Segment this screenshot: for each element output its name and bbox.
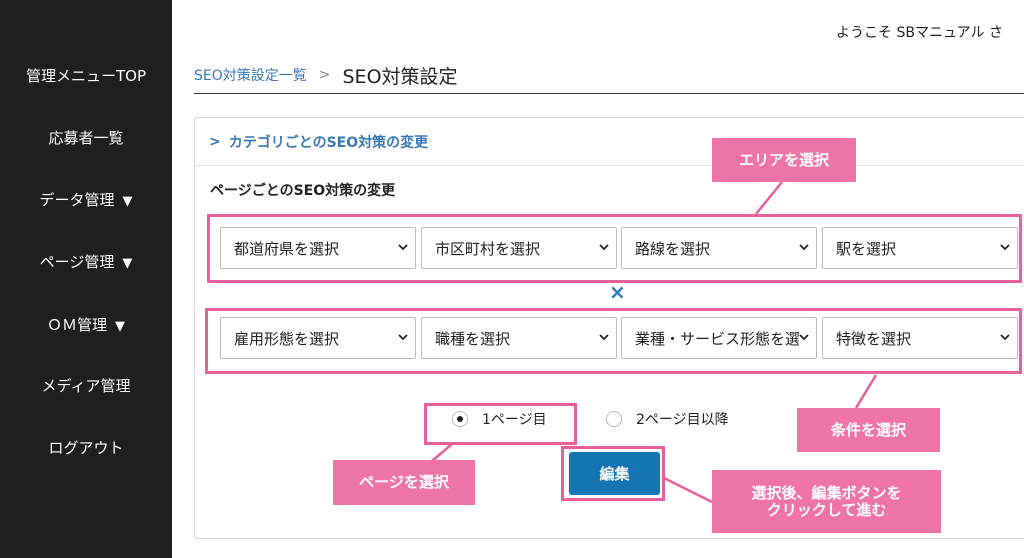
breadcrumb: SEO対策設定一覧 > SEO対策設定 xyxy=(194,60,458,90)
breadcrumb-link-seo-list[interactable]: SEO対策設定一覧 xyxy=(194,65,307,85)
welcome-text: ようこそ SBマニュアル さ xyxy=(836,25,1003,41)
breadcrumb-separator-icon: > xyxy=(318,67,331,83)
page-title: SEO対策設定 xyxy=(342,65,458,88)
category-seo-label: カテゴリごとのSEO対策の変更 xyxy=(228,134,429,151)
annotation-condition: 条件を選択 xyxy=(797,408,940,452)
section-title: ページごとのSEO対策の変更 xyxy=(210,183,396,199)
category-seo-toggle[interactable]: > カテゴリごとのSEO対策の変更 xyxy=(195,118,1024,166)
radio-second-page-label: 2ページ目以降 xyxy=(636,412,729,428)
annotation-edit: 選択後、編集ボタンを クリックして進む xyxy=(712,470,941,533)
annotation-page: ページを選択 xyxy=(333,460,475,505)
radio-unchecked-icon[interactable] xyxy=(606,411,622,427)
sidebar-item-label: ページ管理 xyxy=(39,253,115,271)
sidebar-item-label: 応募者一覧 xyxy=(48,129,124,147)
title-divider xyxy=(194,93,1024,94)
sidebar-item-media-management[interactable]: メディア管理 xyxy=(0,375,172,396)
sidebar-item-applicants[interactable]: 応募者一覧 xyxy=(0,127,172,148)
annotation-area: エリアを選択 xyxy=(712,138,856,182)
sidebar-item-label: 管理メニューTOP xyxy=(25,67,146,85)
sidebar-item-admin-top[interactable]: 管理メニューTOP xyxy=(0,65,172,86)
sidebar-item-om-management[interactable]: ＯＭ管理 ▼ xyxy=(0,314,172,335)
triangle-down-icon: ▼ xyxy=(122,194,133,209)
chevron-right-icon: > xyxy=(209,133,221,150)
page-highlight-box xyxy=(424,403,577,445)
sidebar-item-data-management[interactable]: データ管理 ▼ xyxy=(0,189,172,210)
sidebar-item-logout[interactable]: ログアウト xyxy=(0,437,172,458)
sidebar-item-label: メディア管理 xyxy=(41,377,131,395)
annotation-edit-line1: 選択後、編集ボタンを xyxy=(751,483,902,502)
edit-highlight-box xyxy=(561,446,665,501)
multiply-icon: × xyxy=(609,280,626,304)
radio-second-page-onward[interactable]: 2ページ目以降 xyxy=(606,409,729,429)
sidebar-item-label: データ管理 xyxy=(39,191,115,209)
sidebar: 管理メニューTOP 応募者一覧 データ管理 ▼ ページ管理 ▼ ＯＭ管理 ▼ メディア… xyxy=(0,0,172,558)
triangle-down-icon: ▼ xyxy=(122,256,133,271)
area-highlight-box xyxy=(207,214,1022,283)
condition-highlight-box xyxy=(205,308,1022,374)
sidebar-item-label: ログアウト xyxy=(48,439,124,457)
sidebar-item-page-management[interactable]: ページ管理 ▼ xyxy=(0,251,172,272)
sidebar-item-label: ＯＭ管理 xyxy=(46,316,107,334)
triangle-down-icon: ▼ xyxy=(115,319,125,334)
annotation-edit-line2: クリックして進む xyxy=(766,500,887,519)
